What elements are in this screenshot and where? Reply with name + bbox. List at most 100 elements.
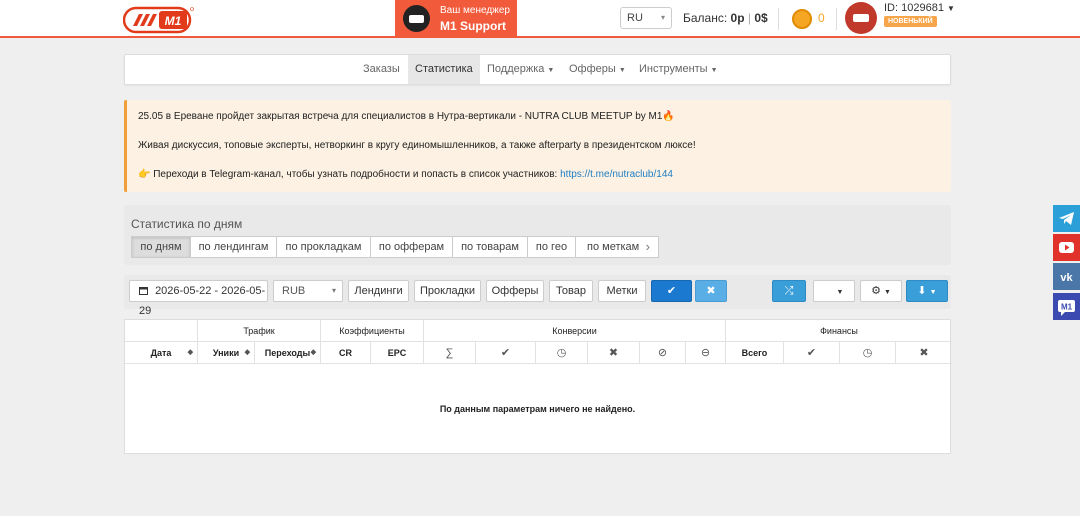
user-level-badge: НОВЕНЬКИЙ bbox=[884, 16, 937, 27]
check-icon: ✔ bbox=[666, 285, 677, 297]
table-group-finances: Финансы bbox=[726, 320, 952, 342]
chevron-down-icon: ▼ bbox=[618, 67, 626, 74]
main-nav: Заказы Статистика Поддержка ▼ Офферы ▼ Инс… bbox=[124, 54, 951, 85]
top-header: M1 Ваш менеджер M1 Support RU ▾ Баланс: … bbox=[0, 0, 1080, 38]
manager-avatar bbox=[403, 5, 430, 32]
chevron-down-icon: ▼ bbox=[710, 67, 718, 74]
sort-icon: ◆ bbox=[244, 349, 250, 356]
tab-by-products[interactable]: по товарам bbox=[452, 236, 528, 258]
column-clicks[interactable]: Переходы ◆ bbox=[255, 342, 321, 364]
landings-filter-button[interactable]: Лендинги bbox=[348, 280, 409, 302]
prelandings-filter-button[interactable]: Прокладки bbox=[414, 280, 481, 302]
tab-by-geo[interactable]: по гео bbox=[527, 236, 576, 258]
vk-icon[interactable]: vk bbox=[1053, 263, 1080, 290]
avatar[interactable] bbox=[845, 2, 877, 34]
gear-icon: ⚙ bbox=[871, 285, 881, 297]
column-label: Уники bbox=[212, 348, 240, 358]
manager-block[interactable]: Ваш менеджер M1 Support bbox=[395, 0, 517, 38]
settings-dropdown[interactable]: ⚙ ▼ bbox=[860, 280, 902, 302]
m1-logo[interactable]: M1 bbox=[123, 6, 195, 34]
balance-label: Баланс: bbox=[683, 11, 728, 25]
tab-by-offers[interactable]: по офферам bbox=[370, 236, 453, 258]
divider bbox=[836, 8, 837, 30]
tab-by-days[interactable]: по дням bbox=[131, 236, 191, 258]
section-title: Статистика по дням bbox=[131, 217, 243, 231]
nav-offers[interactable]: Офферы ▼ bbox=[562, 55, 633, 84]
ban-icon: ⊘ bbox=[640, 342, 686, 364]
columns-dropdown[interactable]: ▼ bbox=[813, 280, 855, 302]
column-uniques[interactable]: Уники ◆ bbox=[198, 342, 255, 364]
chevron-down-icon: ▼ bbox=[836, 289, 844, 296]
table-group-empty bbox=[125, 320, 198, 342]
reset-button[interactable]: ✖ bbox=[695, 280, 727, 302]
empty-state-message: По данным параметрам ничего не найдено. bbox=[439, 404, 636, 414]
column-total: Всего bbox=[726, 342, 784, 364]
balance-separator: | bbox=[747, 11, 752, 25]
nav-statistics[interactable]: Статистика bbox=[408, 55, 480, 84]
table-group-traffic: Трафик bbox=[198, 320, 321, 342]
shuffle-icon: ⤮ bbox=[784, 285, 794, 297]
tab-by-landings[interactable]: по лендингам bbox=[190, 236, 277, 258]
user-id: ID: 1029681 bbox=[884, 2, 944, 14]
sort-icon: ◆ bbox=[310, 349, 316, 356]
column-epc: EPC bbox=[371, 342, 424, 364]
chevron-down-icon: ▼ bbox=[547, 67, 555, 74]
forum-icon[interactable]: M1 bbox=[1053, 293, 1080, 320]
chevron-down-icon: ▼ bbox=[946, 4, 955, 13]
filter-toolbar: 2026-05-22 - 2026-05-29 RUB ▾ Лендинги П… bbox=[124, 275, 951, 317]
nav-label: Инструменты bbox=[639, 63, 708, 75]
nav-support[interactable]: Поддержка ▼ bbox=[480, 55, 561, 84]
shuffle-button[interactable]: ⤮ bbox=[772, 280, 806, 302]
coin-count: 0 bbox=[818, 11, 825, 25]
alert-line-1: 25.05 в Ереване пройдет закрытая встреча… bbox=[138, 111, 675, 122]
nav-label: Заказы bbox=[363, 63, 400, 75]
tab-by-tags[interactable]: по меткам › bbox=[575, 236, 659, 258]
tab-by-prelandings[interactable]: по прокладкам bbox=[276, 236, 371, 258]
telegram-icon[interactable] bbox=[1053, 205, 1080, 232]
column-label: Дата bbox=[150, 348, 172, 358]
currency-select[interactable]: RUB ▾ bbox=[273, 280, 343, 302]
download-icon: ⬇ bbox=[917, 285, 927, 297]
nav-label: Офферы bbox=[569, 63, 616, 75]
nav-tools[interactable]: Инструменты ▼ bbox=[632, 55, 725, 84]
chevron-down-icon: ▾ bbox=[331, 286, 336, 295]
offers-filter-button[interactable]: Офферы bbox=[486, 280, 544, 302]
product-filter-button[interactable]: Товар bbox=[549, 280, 593, 302]
download-dropdown[interactable]: ⬇ ▼ bbox=[906, 280, 948, 302]
chevron-down-icon: ▾ bbox=[660, 13, 665, 22]
balance-rub: 0р bbox=[730, 11, 745, 25]
chevron-down-icon: ▼ bbox=[883, 289, 891, 296]
close-icon: ✖ bbox=[588, 342, 640, 364]
language-select[interactable]: RU ▾ bbox=[620, 7, 672, 29]
clock-icon: ◷ bbox=[536, 342, 588, 364]
tags-filter-button[interactable]: Метки bbox=[598, 280, 646, 302]
announcement-alert: 25.05 в Ереване пройдет закрытая встреча… bbox=[124, 100, 951, 192]
close-icon: ✖ bbox=[706, 285, 716, 297]
currency-value: RUB bbox=[282, 285, 306, 297]
nav-label: Поддержка bbox=[487, 63, 545, 75]
user-menu[interactable]: ID: 1029681 ▼ bbox=[884, 2, 955, 14]
table-group-conversions: Конверсии bbox=[424, 320, 726, 342]
stats-by-period: Статистика по дням по дням по лендингам … bbox=[124, 205, 951, 265]
sort-icon: ◆ bbox=[187, 349, 193, 356]
svg-text:M1: M1 bbox=[165, 14, 182, 28]
coin-icon[interactable] bbox=[792, 9, 812, 29]
nav-orders[interactable]: Заказы bbox=[356, 55, 407, 84]
balance: Баланс: 0р | 0$ bbox=[683, 11, 768, 25]
date-range-value: 2026-05-22 - 2026-05-29 bbox=[139, 285, 266, 317]
alert-line-2: Живая дискуссия, топовые эксперты, нетво… bbox=[138, 140, 696, 151]
column-cr: CR bbox=[321, 342, 371, 364]
apply-button[interactable]: ✔ bbox=[651, 280, 692, 302]
alert-line-3: 👉 Переходи в Telegram-канал, чтобы узнат… bbox=[138, 169, 673, 180]
date-range-picker[interactable]: 2026-05-22 - 2026-05-29 bbox=[129, 280, 268, 317]
close-icon: ✖ bbox=[896, 342, 952, 364]
manager-label: Ваш менеджер bbox=[440, 5, 510, 16]
youtube-icon[interactable] bbox=[1053, 234, 1080, 261]
check-icon: ✔ bbox=[784, 342, 840, 364]
column-date[interactable]: Дата ◆ bbox=[125, 342, 198, 364]
telegram-link[interactable]: https://t.me/nutraclub/144 bbox=[560, 169, 673, 180]
table-group-coefficients: Коэффициенты bbox=[321, 320, 424, 342]
nav-label: Статистика bbox=[415, 63, 473, 75]
manager-name: M1 Support bbox=[440, 19, 506, 33]
language-value: RU bbox=[627, 12, 643, 24]
